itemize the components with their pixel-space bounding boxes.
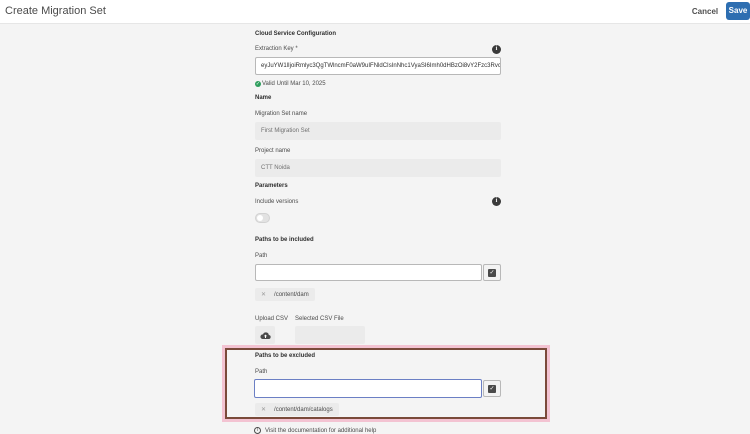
project-name-field: CTT Noida — [255, 159, 501, 177]
cloud-upload-icon — [259, 331, 271, 339]
path-picker-icon: ✓ — [488, 268, 496, 277]
excluded-path-label: Path — [255, 369, 268, 375]
upload-csv-label: Upload CSV — [255, 316, 289, 322]
section-paths-excluded: Paths to be excluded — [255, 353, 316, 359]
included-path-picker-button[interactable]: ✓ — [483, 264, 501, 281]
section-cloud-service-configuration: Cloud Service Configuration — [255, 31, 337, 37]
section-paths-included: Paths to be included — [255, 237, 314, 243]
include-versions-toggle[interactable] — [255, 213, 270, 223]
validity-status: ✓ Valid Until Mar 10, 2025 — [255, 81, 326, 87]
included-path-label: Path — [255, 253, 268, 259]
migration-set-name-label: Migration Set name — [255, 111, 308, 117]
validity-text: Valid Until Mar 10, 2025 — [262, 81, 326, 87]
documentation-link-text: Visit the documentation for additional h… — [265, 427, 377, 434]
migration-set-name-field: First Migration Set — [255, 122, 501, 140]
project-name-label: Project name — [255, 148, 291, 154]
toggle-knob — [257, 215, 263, 221]
info-icon[interactable]: i — [492, 197, 501, 206]
extraction-key-label: Extraction Key * — [255, 46, 298, 52]
section-name: Name — [255, 95, 272, 101]
close-icon[interactable]: ✕ — [261, 291, 266, 298]
top-bar: Create Migration Set Cancel Save — [0, 0, 750, 24]
selected-csv-file-field — [295, 326, 365, 344]
section-parameters: Parameters — [255, 183, 288, 189]
excluded-chip-label: /content/dam/catalogs — [274, 406, 333, 413]
save-button[interactable]: Save — [726, 2, 750, 20]
extraction-key-field[interactable]: eyJuYW1lIjoiRmlyc3QgTWlncmF0aW9uIFNldCIs… — [255, 57, 501, 75]
close-icon[interactable]: ✕ — [261, 406, 266, 413]
documentation-link[interactable]: i Visit the documentation for additional… — [254, 427, 376, 434]
cancel-button[interactable]: Cancel — [688, 4, 722, 20]
page-title: Create Migration Set — [5, 5, 106, 17]
selected-csv-label: Selected CSV File — [295, 316, 344, 322]
checkmark-icon: ✓ — [255, 81, 261, 87]
excluded-path-chip: ✕ /content/dam/catalogs — [255, 403, 339, 416]
excluded-path-picker-button[interactable]: ✓ — [483, 380, 501, 397]
info-icon[interactable]: i — [492, 45, 501, 54]
included-path-input[interactable] — [255, 264, 482, 281]
included-chip-label: /content/dam — [274, 291, 309, 298]
include-versions-label: Include versions — [255, 199, 299, 205]
upload-csv-button[interactable] — [255, 326, 275, 344]
info-icon: i — [254, 427, 261, 434]
path-picker-icon: ✓ — [488, 384, 496, 393]
excluded-path-input[interactable] — [254, 379, 482, 398]
included-path-chip: ✕ /content/dam — [255, 288, 315, 301]
